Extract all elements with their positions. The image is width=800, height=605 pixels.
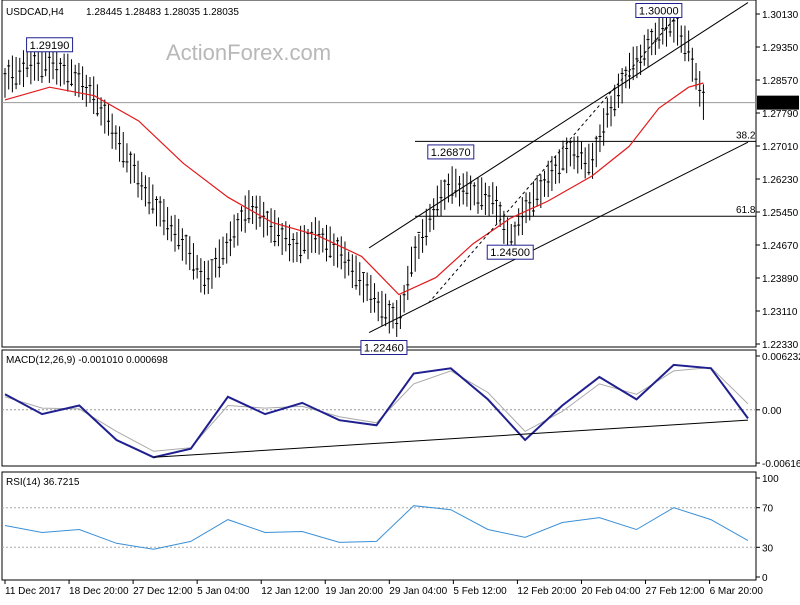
price-y-tick-label: 1.23890 — [762, 274, 799, 285]
price-y-tick-label: 1.23110 — [762, 307, 798, 318]
price-y-tick-label: 1.27790 — [762, 109, 799, 120]
x-tick-label: 5 Feb 12:00 — [453, 586, 507, 597]
rsi-y-tick-label: 100 — [762, 474, 779, 485]
x-tick-label: 6 Mar 20:00 — [710, 586, 764, 597]
rsi-y-tick-label: 0 — [762, 573, 768, 584]
x-tick-label: 12 Jan 12:00 — [261, 586, 319, 597]
x-tick-label: 19 Jan 20:00 — [325, 586, 383, 597]
rsi-y-tick-label: 30 — [762, 543, 774, 554]
price-annotation-label: 1.29190 — [30, 40, 70, 52]
price-y-tick-label: 1.27010 — [762, 142, 799, 153]
chart-svg: USDCAD,H4 1.28445 1.28483 1.28035 1.2803… — [0, 0, 800, 600]
price-annotation-label: 1.30000 — [639, 6, 679, 18]
x-tick-label: 20 Feb 04:00 — [581, 586, 640, 597]
ohlc-readout: 1.28445 1.28483 1.28035 1.28035 — [86, 7, 239, 18]
chart-title: USDCAD,H4 — [6, 7, 64, 18]
price-annotation-label: 1.22460 — [364, 343, 404, 355]
price-y-tick-label: 1.25450 — [762, 208, 799, 219]
macd-title: MACD(12,26,9) -0.001010 0.000698 — [6, 355, 168, 366]
x-tick-label: 12 Feb 20:00 — [517, 586, 576, 597]
rsi-title: RSI(14) 36.7215 — [6, 477, 80, 488]
fib-level-label: 61.8 — [736, 205, 756, 216]
current-price-label: 1.28035 — [760, 99, 797, 110]
macd-y-tick-label: 0.00 — [762, 406, 782, 417]
price-annotation-label: 1.24500 — [490, 247, 530, 259]
price-y-tick-label: 1.30130 — [762, 10, 799, 21]
macd-y-tick-label: 0.006232 — [762, 352, 800, 363]
rsi-y-tick-label: 70 — [762, 504, 774, 515]
price-y-tick-label: 1.24670 — [762, 241, 799, 252]
x-tick-label: 27 Dec 12:00 — [133, 586, 193, 597]
price-y-tick-label: 1.22330 — [762, 340, 799, 351]
x-tick-label: 11 Dec 2017 — [5, 586, 61, 597]
x-tick-label: 18 Dec 20:00 — [69, 586, 129, 597]
price-y-tick-label: 1.28570 — [762, 76, 799, 87]
price-y-tick-label: 1.29350 — [762, 43, 799, 54]
chart-root: USDCAD,H4 1.28445 1.28483 1.28035 1.2803… — [0, 0, 800, 600]
x-tick-label: 5 Jan 04:00 — [197, 586, 250, 597]
price-annotation-label: 1.26870 — [431, 147, 471, 159]
x-tick-label: 29 Jan 04:00 — [389, 586, 447, 597]
fib-level-label: 38.2 — [736, 130, 756, 141]
price-y-tick-label: 1.26230 — [762, 175, 799, 186]
watermark: ActionForex.com — [166, 40, 331, 65]
macd-y-tick-label: -0.006163 — [762, 459, 800, 470]
x-tick-label: 27 Feb 12:00 — [646, 586, 705, 597]
